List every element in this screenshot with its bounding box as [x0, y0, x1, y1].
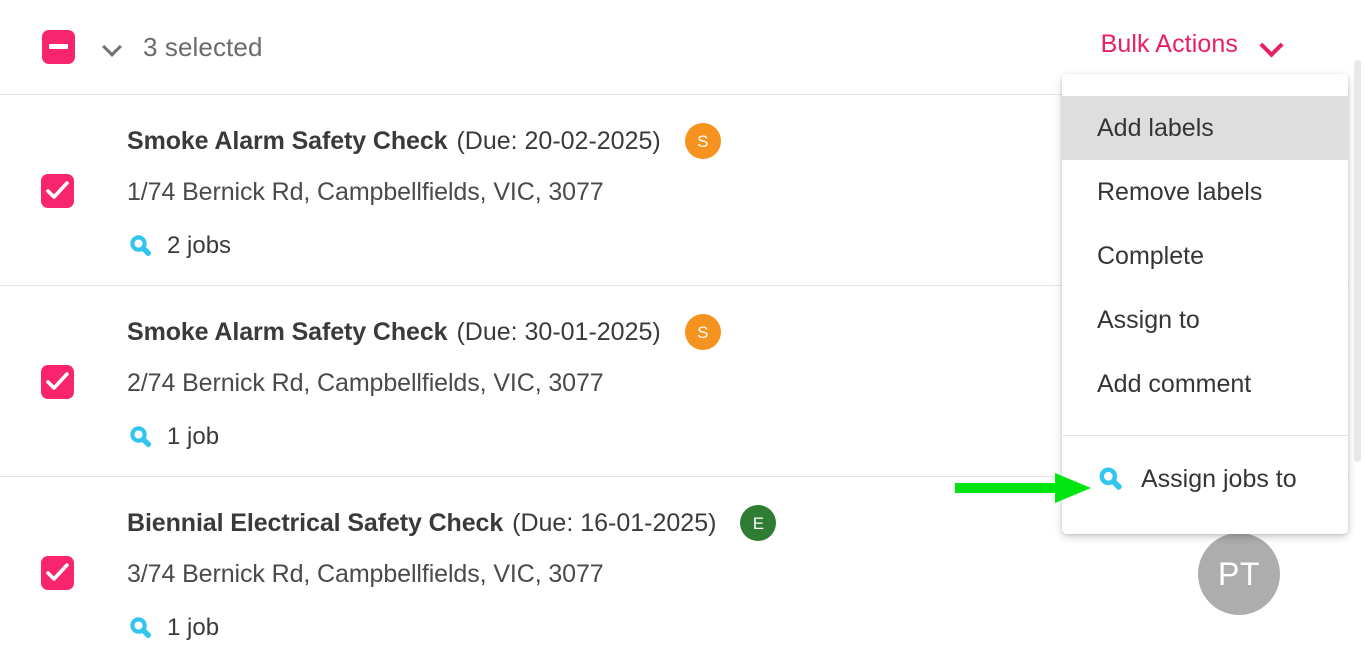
bulk-actions-label: Bulk Actions	[1100, 30, 1238, 58]
row-title: Biennial Electrical Safety Check	[127, 508, 504, 537]
chevron-down-icon	[1260, 34, 1282, 56]
row-title: Smoke Alarm Safety Check	[127, 126, 448, 155]
menu-item-label: Assign jobs to	[1141, 464, 1297, 493]
menu-item-remove-labels[interactable]: Remove labels	[1062, 160, 1348, 224]
chevron-down-icon[interactable]	[101, 36, 123, 58]
row-jobs[interactable]: 1 job	[127, 614, 776, 642]
menu-item-add-labels[interactable]: Add labels	[1062, 96, 1348, 160]
user-avatar-initials: PT	[1218, 555, 1260, 592]
menu-item-assign-to[interactable]: Assign to	[1062, 288, 1348, 352]
row-address: 2/74 Bernick Rd, Campbellfields, VIC, 30…	[127, 369, 604, 397]
row-checkbox[interactable]	[41, 174, 74, 208]
row-body: Smoke Alarm Safety Check (Due: 20-02-202…	[127, 123, 721, 260]
check-icon	[46, 563, 69, 581]
row-checkbox[interactable]	[41, 365, 74, 399]
app-root: 3 selected Bulk Actions Smoke Alarm Safe…	[0, 0, 1364, 664]
row-body: Biennial Electrical Safety Check (Due: 1…	[127, 505, 777, 642]
row-due-date: (Due: 20-02-2025)	[456, 126, 661, 155]
avatar: S	[684, 123, 721, 159]
row-title-line: Smoke Alarm Safety Check (Due: 30-01-202…	[127, 314, 721, 350]
menu-item-label: Remove labels	[1097, 177, 1263, 206]
row-checkbox[interactable]	[41, 556, 74, 590]
row-title: Smoke Alarm Safety Check	[127, 317, 448, 346]
menu-item-complete[interactable]: Complete	[1062, 224, 1348, 288]
wrench-icon	[130, 426, 152, 448]
check-icon	[46, 372, 69, 390]
selected-count-label: 3 selected	[143, 31, 263, 62]
row-title-line: Smoke Alarm Safety Check (Due: 20-02-202…	[127, 123, 721, 159]
header-left-group: 3 selected	[42, 30, 263, 64]
menu-item-label: Assign to	[1097, 305, 1200, 334]
row-jobs-count: 2 jobs	[167, 232, 232, 259]
row-jobs-count: 1 job	[167, 614, 220, 641]
check-icon	[46, 181, 69, 199]
row-title-line: Biennial Electrical Safety Check (Due: 1…	[127, 505, 777, 541]
row-due-date: (Due: 30-01-2025)	[456, 317, 661, 346]
menu-item-label: Add comment	[1097, 369, 1252, 398]
row-jobs-count: 1 job	[167, 423, 220, 450]
menu-item-label: Complete	[1097, 241, 1204, 270]
user-avatar-badge[interactable]: PT	[1198, 533, 1280, 615]
bulk-actions-button[interactable]: Bulk Actions	[1101, 30, 1282, 59]
menu-item-add-comment[interactable]: Add comment	[1062, 352, 1348, 416]
menu-bottom-padding	[1062, 522, 1348, 534]
menu-top-padding	[1062, 74, 1348, 96]
row-jobs[interactable]: 2 jobs	[127, 232, 721, 260]
row-body: Smoke Alarm Safety Check (Due: 30-01-202…	[127, 314, 721, 451]
wrench-icon	[130, 235, 152, 257]
menu-item-assign-jobs-to[interactable]: Assign jobs to	[1062, 436, 1348, 522]
row-address: 1/74 Bernick Rd, Campbellfields, VIC, 30…	[127, 178, 604, 206]
row-due-date: (Due: 16-01-2025)	[512, 508, 717, 537]
avatar: S	[684, 314, 721, 350]
wrench-icon	[130, 617, 152, 639]
scrollbar-thumb[interactable]	[1354, 60, 1361, 462]
row-address: 3/74 Bernick Rd, Campbellfields, VIC, 30…	[127, 560, 604, 588]
menu-item-label: Add labels	[1097, 113, 1214, 142]
avatar: E	[740, 505, 777, 541]
select-all-checkbox[interactable]	[42, 30, 75, 64]
bulk-actions-menu: Add labels Remove labels Complete Assign…	[1062, 74, 1348, 534]
wrench-icon	[1099, 467, 1122, 490]
row-jobs[interactable]: 1 job	[127, 423, 721, 451]
